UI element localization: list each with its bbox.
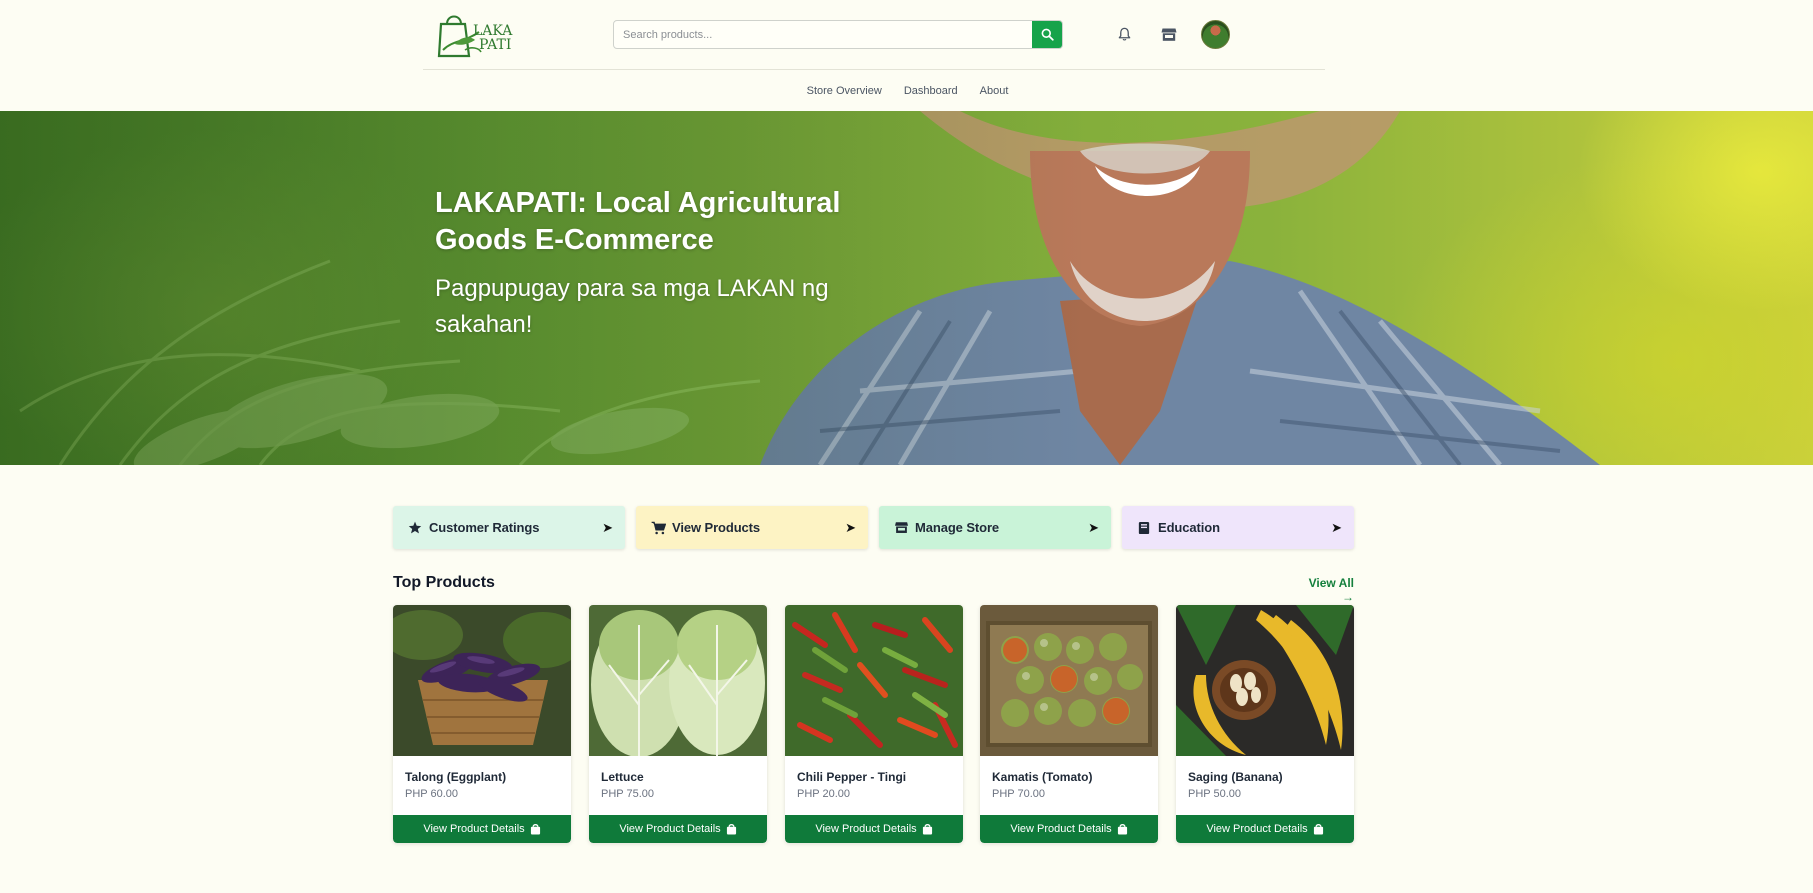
- arrow-right-icon: ➤: [1331, 519, 1342, 535]
- view-product-details-button[interactable]: View Product Details: [1176, 815, 1354, 843]
- shopping-bag-icon: [922, 823, 932, 835]
- view-product-details-button[interactable]: View Product Details: [980, 815, 1158, 843]
- book-icon: [1136, 521, 1152, 535]
- product-card[interactable]: Chili Pepper - Tingi PHP 20.00 View Prod…: [785, 605, 963, 843]
- nav-store-overview[interactable]: Store Overview: [807, 85, 882, 97]
- quick-link-view-products[interactable]: View Products ➤: [636, 506, 868, 549]
- quick-link-label: Customer Ratings: [429, 520, 540, 535]
- notifications-button[interactable]: [1111, 21, 1137, 47]
- product-card[interactable]: Kamatis (Tomato) PHP 70.00 View Product …: [980, 605, 1158, 843]
- hero-subtitle: Pagpupugay para sa mga LAKAN ng sakahan!: [435, 275, 829, 338]
- product-card[interactable]: Lettuce PHP 75.00 View Product Details: [589, 605, 767, 843]
- product-name: Kamatis (Tomato): [992, 770, 1093, 784]
- quick-link-education[interactable]: Education ➤: [1122, 506, 1354, 549]
- shopping-bag-icon: [726, 823, 736, 835]
- star-icon: [407, 521, 423, 535]
- svg-text:PATI: PATI: [479, 37, 511, 53]
- arrow-right-icon: ➤: [602, 519, 613, 535]
- quick-link-manage-store[interactable]: Manage Store ➤: [879, 506, 1111, 549]
- product-image-eggplant: [393, 605, 571, 756]
- shopping-bag-icon: [1117, 823, 1127, 835]
- product-card[interactable]: Saging (Banana) PHP 50.00 View Product D…: [1176, 605, 1354, 843]
- quick-link-label: View Products: [672, 520, 761, 535]
- store-icon: [1161, 28, 1177, 41]
- search-bar: [613, 20, 1063, 49]
- product-price: PHP 20.00: [797, 788, 851, 800]
- product-name: Talong (Eggplant): [405, 770, 507, 784]
- product-name: Lettuce: [601, 770, 644, 784]
- main-nav: Store Overview Dashboard About: [0, 70, 1813, 111]
- search-icon: [1041, 28, 1054, 41]
- hero-title: LAKAPATI: Local Agricultural Goods E-Com…: [435, 187, 841, 256]
- product-price: PHP 50.00: [1188, 788, 1242, 800]
- search-input[interactable]: [614, 21, 1033, 48]
- nav-dashboard[interactable]: Dashboard: [904, 85, 958, 97]
- quick-link-customer-ratings[interactable]: Customer Ratings ➤: [393, 506, 625, 549]
- product-name: Saging (Banana): [1188, 770, 1283, 784]
- view-product-details-button[interactable]: View Product Details: [393, 815, 571, 843]
- product-image-lettuce: [589, 605, 767, 756]
- product-price: PHP 70.00: [992, 788, 1046, 800]
- product-price: PHP 60.00: [405, 788, 459, 800]
- user-avatar[interactable]: [1201, 20, 1230, 49]
- product-image-tomato: [980, 605, 1158, 756]
- shopping-bag-icon: [530, 823, 540, 835]
- cart-icon: [650, 521, 666, 535]
- store-button[interactable]: [1156, 21, 1182, 47]
- top-header: LAKA PATI: [423, 0, 1325, 70]
- quick-link-label: Manage Store: [915, 520, 1000, 535]
- product-image-banana: [1176, 605, 1354, 756]
- bell-icon: [1118, 27, 1130, 41]
- hero-banner: LAKAPATI: Local Agricultural Goods E-Com…: [0, 111, 1813, 465]
- arrow-right-icon: ➤: [845, 519, 856, 535]
- shopping-bag-icon: [1313, 823, 1323, 835]
- product-price: PHP 75.00: [601, 788, 655, 800]
- arrow-right-icon: ➤: [1088, 519, 1099, 535]
- nav-about[interactable]: About: [980, 85, 1009, 97]
- quick-link-label: Education: [1158, 520, 1220, 535]
- search-button[interactable]: [1032, 21, 1062, 48]
- product-image-chili: [785, 605, 963, 756]
- view-all-link[interactable]: View All →: [1296, 576, 1354, 604]
- view-product-details-button[interactable]: View Product Details: [589, 815, 767, 843]
- product-card[interactable]: Talong (Eggplant) PHP 60.00 View Product…: [393, 605, 571, 843]
- view-product-details-button[interactable]: View Product Details: [785, 815, 963, 843]
- store-icon: [893, 521, 909, 535]
- product-name: Chili Pepper - Tingi: [797, 770, 907, 784]
- lakapati-logo[interactable]: LAKA PATI: [435, 10, 531, 60]
- top-products-title: Top Products: [393, 574, 495, 591]
